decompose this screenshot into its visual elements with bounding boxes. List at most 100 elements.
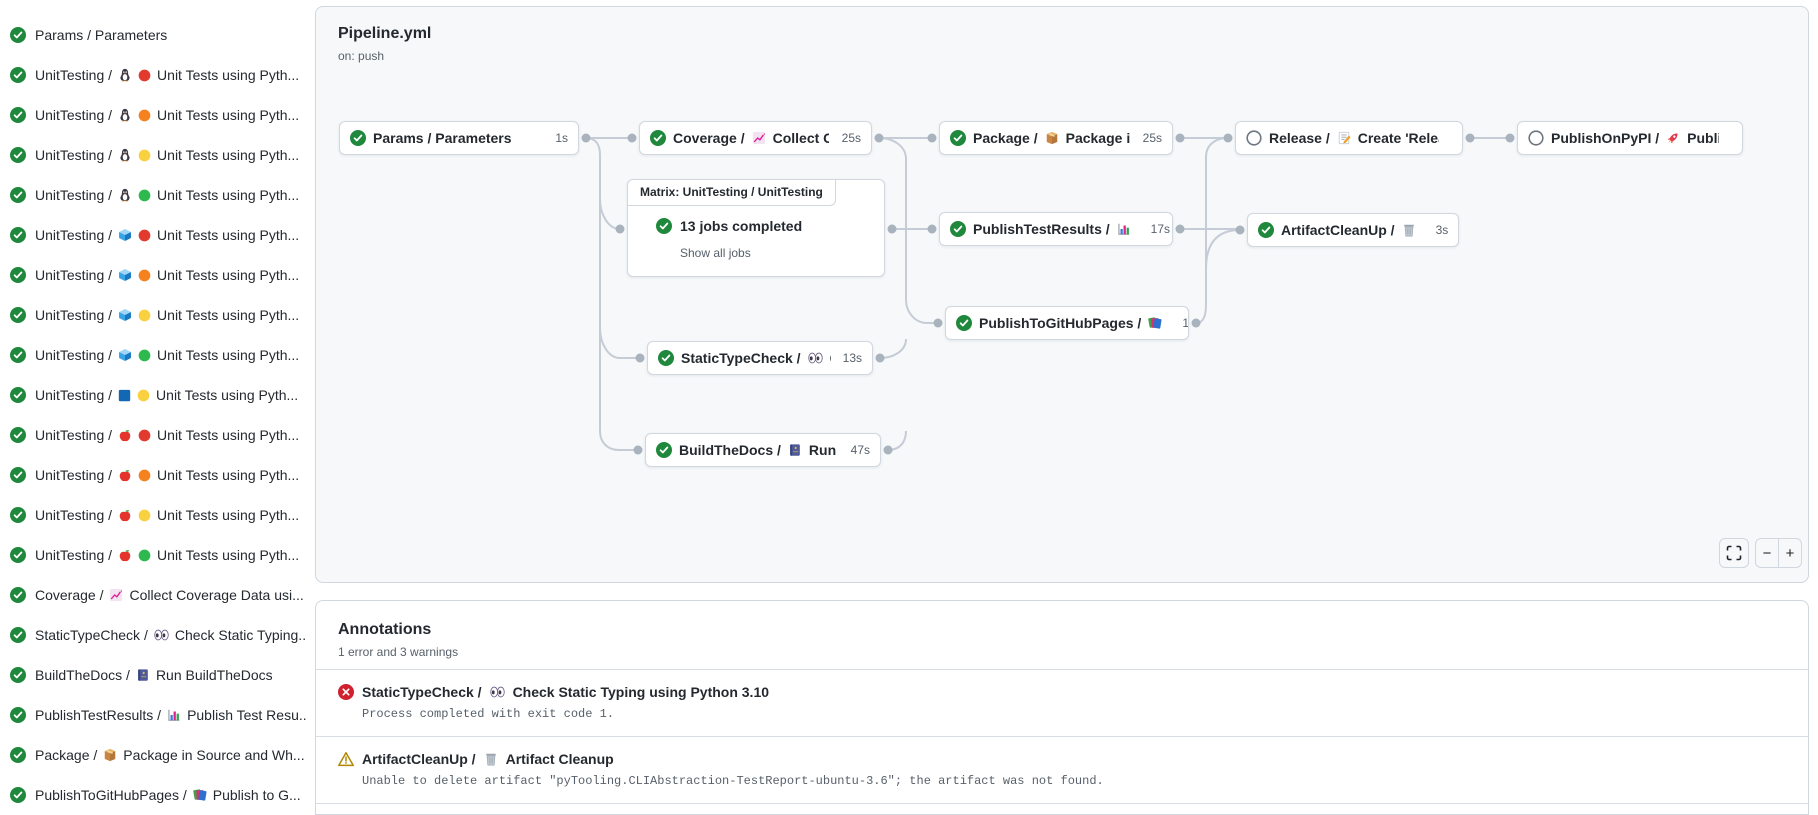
run-name: Unit Tests using Pyth... xyxy=(157,347,299,363)
sidebar-job-text: UnitTesting /Unit Tests using Pyth... xyxy=(35,67,299,83)
sidebar-job-item[interactable]: Coverage /Collect Coverage Data usi... xyxy=(0,575,306,615)
sidebar-job-item[interactable]: UnitTesting /Unit Tests using Pyth... xyxy=(0,135,306,175)
fullscreen-button[interactable] xyxy=(1719,538,1749,568)
job-name: PublishToGitHubPages / xyxy=(35,787,187,803)
job-list-sidebar: Params / ParametersUnitTesting /Unit Tes… xyxy=(0,15,306,815)
sidebar-job-item[interactable]: Params / Parameters xyxy=(0,15,306,55)
books-icon xyxy=(193,788,207,802)
sidebar-job-text: UnitTesting /Unit Tests using Pyth... xyxy=(35,467,299,483)
node-run-name: Package in So... xyxy=(1066,130,1130,146)
sidebar-job-item[interactable]: UnitTesting /Unit Tests using Pyth... xyxy=(0,55,306,95)
annotations-card: Annotations 1 error and 3 warnings Stati… xyxy=(315,600,1809,815)
node-job-label: PublishOnPyPI / xyxy=(1551,130,1659,146)
check-circle-icon xyxy=(658,350,674,366)
node-job-label: PublishToGitHubPages / xyxy=(979,315,1141,331)
check-circle-icon xyxy=(10,587,26,603)
python-green-icon xyxy=(138,549,151,562)
job-name: StaticTypeCheck / xyxy=(35,627,148,643)
graph-node-publish-to-github-pages[interactable]: PublishToGitHubPages /...13s xyxy=(945,306,1189,340)
sidebar-job-item[interactable]: Package /Package in Source and Wh... xyxy=(0,735,306,775)
check-circle-icon xyxy=(656,218,672,234)
node-job-label: StaticTypeCheck / xyxy=(681,350,801,366)
sidebar-job-item[interactable]: PublishToGitHubPages / Publish to G... xyxy=(0,775,306,815)
sidebar-job-text: UnitTesting /Unit Tests using Pyth... xyxy=(35,387,298,403)
sidebar-job-item[interactable]: UnitTesting /Unit Tests using Pyth... xyxy=(0,335,306,375)
blue-square-icon xyxy=(118,389,131,402)
windows-cube-icon xyxy=(118,348,132,362)
check-circle-icon xyxy=(10,507,26,523)
run-name: Unit Tests using Pyth... xyxy=(157,67,299,83)
python-yellow-icon xyxy=(138,509,151,522)
run-name: Unit Tests using Pyth... xyxy=(157,307,299,323)
python-green-icon xyxy=(138,349,151,362)
zoom-out-button[interactable]: − xyxy=(1755,538,1779,568)
sidebar-job-item[interactable]: UnitTesting /Unit Tests using Pyth... xyxy=(0,415,306,455)
run-name: Unit Tests using Pyth... xyxy=(157,227,299,243)
sidebar-job-item[interactable]: UnitTesting /Unit Tests using Pyth... xyxy=(0,455,306,495)
run-name: Unit Tests using Pyth... xyxy=(157,467,299,483)
node-duration: 17s xyxy=(1145,222,1170,236)
annotation-title-link[interactable]: ArtifactCleanUp /Artifact Cleanup xyxy=(338,751,1786,767)
sidebar-job-item[interactable]: UnitTesting /Unit Tests using Pyth... xyxy=(0,295,306,335)
run-name: Run BuildTheDocs xyxy=(156,667,273,683)
sidebar-job-text: UnitTesting /Unit Tests using Pyth... xyxy=(35,107,299,123)
run-name: Check Static Typing... xyxy=(175,627,306,643)
apple-icon xyxy=(118,428,132,442)
run-name: Unit Tests using Pyth... xyxy=(157,187,299,203)
run-name: Unit Tests using Pyth... xyxy=(157,107,299,123)
sidebar-job-item[interactable]: UnitTesting /Unit Tests using Pyth... xyxy=(0,495,306,535)
annotation-title-link[interactable]: StaticTypeCheck /Check Static Typing usi… xyxy=(338,684,1786,700)
sidebar-job-item[interactable]: BuildTheDocs /Run BuildTheDocs xyxy=(0,655,306,695)
sidebar-job-item[interactable]: PublishTestResults /Publish Test Resu... xyxy=(0,695,306,735)
graph-node-static-type-check[interactable]: StaticTypeCheck /Chec...13s xyxy=(647,341,873,375)
sidebar-job-item[interactable]: StaticTypeCheck / Check Static Typing... xyxy=(0,615,306,655)
penguin-icon xyxy=(118,68,132,82)
sidebar-job-item[interactable]: UnitTesting /Unit Tests using Pyth... xyxy=(0,215,306,255)
graph-node-coverage[interactable]: Coverage /Collect Cove...25s xyxy=(639,121,872,155)
penguin-icon xyxy=(118,108,132,122)
sidebar-job-item[interactable]: UnitTesting /Unit Tests using Pyth... xyxy=(0,535,306,575)
graph-node-publish-test-results[interactable]: PublishTestResults /Pu...17s xyxy=(939,212,1173,246)
graph-node-params[interactable]: Params / Parameters1s xyxy=(339,121,579,155)
sidebar-job-item[interactable]: UnitTesting /Unit Tests using Pyth... xyxy=(0,95,306,135)
show-all-jobs-link[interactable]: Show all jobs xyxy=(680,246,751,260)
sidebar-job-text: Params / Parameters xyxy=(35,27,167,43)
graph-node-build-the-docs[interactable]: BuildTheDocs /Run Buil...47s xyxy=(645,433,881,467)
job-name: UnitTesting / xyxy=(35,427,112,443)
chart-increasing-icon xyxy=(752,131,766,145)
sidebar-job-text: PublishTestResults /Publish Test Resu... xyxy=(35,707,306,723)
apple-icon xyxy=(118,468,132,482)
job-name: PublishTestResults / xyxy=(35,707,161,723)
node-job-label: Coverage / xyxy=(673,130,745,146)
check-circle-icon xyxy=(950,221,966,237)
graph-node-publish-on-pypi[interactable]: PublishOnPyPI /Publish to ... xyxy=(1517,121,1743,155)
zoom-in-button[interactable]: + xyxy=(1778,538,1802,568)
apple-icon xyxy=(118,548,132,562)
eyes-icon xyxy=(808,352,823,364)
sidebar-job-item[interactable]: UnitTesting /Unit Tests using Pyth... xyxy=(0,375,306,415)
job-name: UnitTesting / xyxy=(35,267,112,283)
graph-node-package[interactable]: Package /Package in So...25s xyxy=(939,121,1173,155)
check-circle-icon xyxy=(950,130,966,146)
annotation-message: Unable to delete artifact "pyTooling.CLI… xyxy=(362,774,1786,788)
sidebar-job-text: UnitTesting /Unit Tests using Pyth... xyxy=(35,427,299,443)
annotation-message: Process completed with exit code 1. xyxy=(362,707,1786,721)
matrix-group-box: Matrix: UnitTesting / UnitTesting 13 job… xyxy=(627,179,885,277)
sidebar-job-text: BuildTheDocs /Run BuildTheDocs xyxy=(35,667,273,683)
node-job-label: ArtifactCleanUp / xyxy=(1281,222,1395,238)
eyes-icon xyxy=(154,629,169,641)
node-duration: 47s xyxy=(845,443,870,457)
job-name: UnitTesting / xyxy=(35,387,112,403)
sidebar-job-text: UnitTesting /Unit Tests using Pyth... xyxy=(35,507,299,523)
graph-node-release[interactable]: Release /Create 'Release P... xyxy=(1235,121,1463,155)
job-name: Params / Parameters xyxy=(35,27,167,43)
annotations-title: Annotations xyxy=(338,621,1786,639)
notebook-icon xyxy=(788,443,802,457)
graph-node-artifact-cleanup[interactable]: ArtifactCleanUp /Artifac...3s xyxy=(1247,213,1459,247)
python-red-icon xyxy=(138,69,151,82)
sidebar-job-item[interactable]: UnitTesting /Unit Tests using Pyth... xyxy=(0,175,306,215)
annotation-name: Artifact Cleanup xyxy=(506,751,614,767)
annotations-summary: 1 error and 3 warnings xyxy=(338,645,1786,659)
sidebar-job-item[interactable]: UnitTesting /Unit Tests using Pyth... xyxy=(0,255,306,295)
run-name: Publish to G... xyxy=(213,787,301,803)
